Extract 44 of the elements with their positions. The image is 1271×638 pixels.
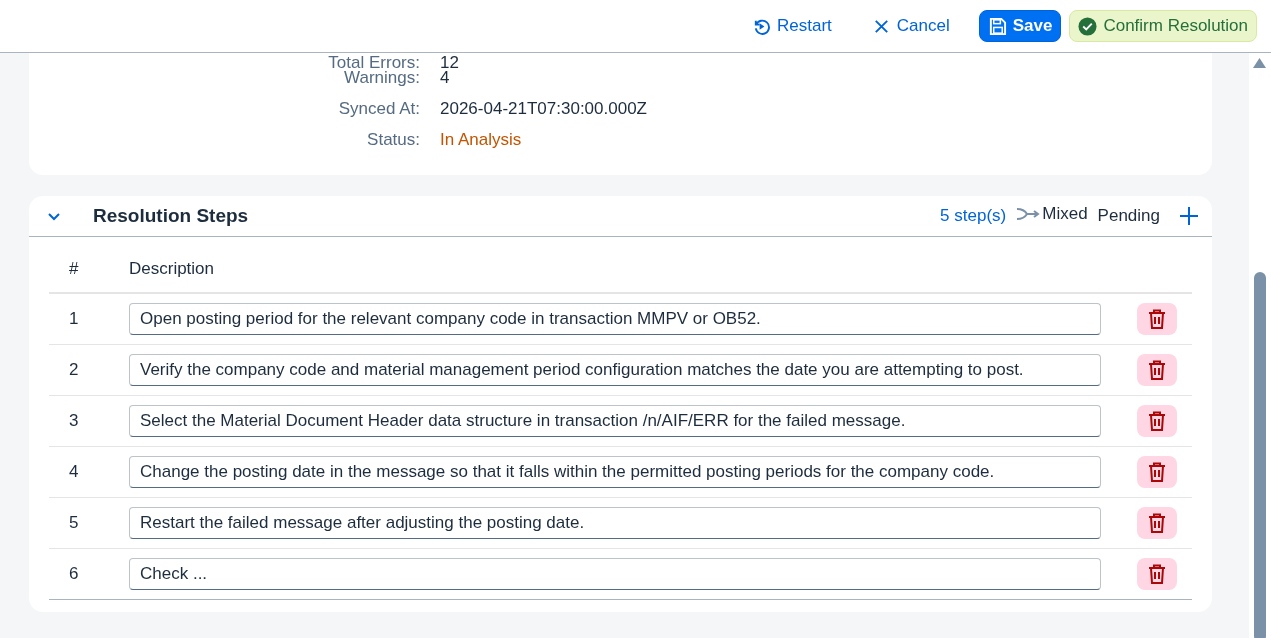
- row-number: 3: [68, 411, 80, 431]
- row-number: 5: [68, 513, 80, 533]
- delete-button[interactable]: [1136, 507, 1177, 539]
- field-label: Synced At:: [338, 98, 420, 119]
- trash-icon: [1147, 309, 1166, 329]
- description-input[interactable]: Check ...: [129, 558, 1101, 590]
- description-input[interactable]: Change the posting date in the message so that it falls within the permitted posting periods for the company code.: [129, 456, 1101, 488]
- restart-button[interactable]: Restart: [743, 10, 841, 42]
- cancel-button[interactable]: Cancel: [862, 10, 959, 42]
- trash-icon: [1147, 513, 1166, 533]
- field-label: Status:: [367, 129, 420, 150]
- description-input[interactable]: Verify the company code and material management period configuration matches the date you are attempting to post.: [129, 354, 1101, 386]
- state-text: Pending: [1097, 206, 1160, 226]
- step-count: 5 step(s): [940, 206, 1007, 226]
- scrollbar-thumb[interactable]: [1254, 272, 1266, 638]
- save-icon: [987, 16, 1007, 36]
- scroll-up-icon[interactable]: [1253, 58, 1266, 68]
- trash-icon: [1147, 564, 1166, 584]
- row-number: 2: [68, 360, 80, 380]
- description-input[interactable]: Open posting period for the relevant company code in transaction MMPV or OB52.: [129, 303, 1101, 335]
- row-number: 6: [68, 564, 80, 584]
- row-number: 4: [68, 462, 80, 482]
- column-header: #: [68, 258, 80, 279]
- column-header: Description: [129, 258, 216, 279]
- delete-button[interactable]: [1136, 303, 1177, 335]
- description-input[interactable]: Restart the failed message after adjusting the posting date.: [129, 507, 1101, 539]
- delete-button[interactable]: [1136, 354, 1177, 386]
- status-value: In Analysis: [440, 129, 523, 150]
- trash-icon: [1147, 411, 1166, 431]
- mode-text: Mixed: [1042, 204, 1088, 224]
- delete-button[interactable]: [1136, 405, 1177, 437]
- delete-button[interactable]: [1136, 456, 1177, 488]
- save-button[interactable]: Save: [978, 10, 1062, 42]
- delete-button[interactable]: [1136, 558, 1177, 590]
- row-number: 1: [68, 309, 80, 329]
- field-value: 2026-04-21T07:30:00.000Z: [440, 98, 648, 119]
- add-icon[interactable]: [1178, 205, 1200, 227]
- trash-icon: [1147, 462, 1166, 482]
- description-input[interactable]: Select the Material Document Header data structure in transaction /n/AIF/ERR for the failed message.: [129, 405, 1101, 437]
- merge-arrow-icon: [1016, 206, 1041, 222]
- panel-title: Resolution Steps: [93, 205, 250, 227]
- check-circle-icon: [1078, 16, 1098, 36]
- confirm-button[interactable]: Confirm Resolution: [1069, 10, 1257, 42]
- trash-icon: [1147, 360, 1166, 380]
